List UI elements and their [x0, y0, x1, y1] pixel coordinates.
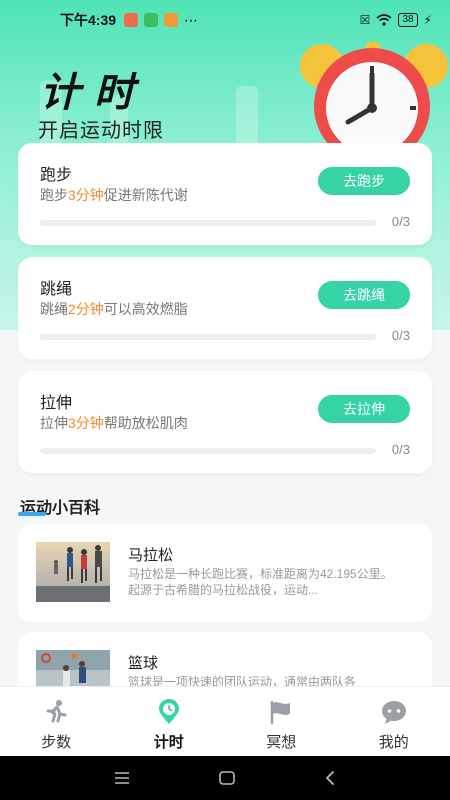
bottom-tab-bar: 步数 计时 冥想 我的 — [0, 686, 450, 756]
wifi-icon — [376, 14, 392, 26]
tab-meditation[interactable]: 冥想 — [225, 687, 338, 756]
back-icon[interactable] — [323, 770, 337, 786]
exercise-card-stretching: 拉伸 拉伸3分钟帮助放松肌肉 去拉伸 0/3 — [18, 371, 432, 473]
notification-app-icon — [164, 13, 179, 27]
sim-icon: ☒ — [359, 13, 371, 27]
card-title: 跑步 — [40, 167, 73, 184]
runner-icon — [46, 700, 67, 723]
page-subtitle: 开启运动时限 — [38, 120, 164, 142]
progress-bar — [40, 220, 376, 226]
menu-icon[interactable] — [113, 771, 131, 785]
home-icon[interactable] — [218, 770, 236, 786]
progress-bar — [40, 334, 376, 340]
progress-count: 0/3 — [391, 214, 410, 229]
charging-icon: ⚡ — [423, 13, 432, 27]
status-time: 下午4:39 — [60, 12, 117, 28]
tab-label: 步数 — [41, 734, 72, 751]
tab-steps[interactable]: 步数 — [0, 687, 113, 756]
marathon-photo — [36, 542, 110, 602]
card-title: 拉伸 — [40, 395, 73, 412]
progress-count: 0/3 — [391, 442, 410, 457]
tab-label: 计时 — [153, 734, 184, 751]
more-icon: ⋯ — [184, 11, 199, 28]
card-description: 跑步3分钟促进新陈代谢 — [40, 187, 188, 203]
notification-app-icon — [144, 13, 159, 27]
timer-pin-icon — [158, 699, 179, 724]
go-running-button[interactable]: 去跑步 — [318, 167, 410, 195]
decor-bar — [236, 86, 258, 150]
card-description: 跳绳2分钟可以高效燃脂 — [40, 301, 188, 317]
alarm-clock-icon — [300, 42, 448, 148]
encyclopedia-description: 马拉松是一种长跑比赛，标准距离为42.195公里。起源于古希腊的马拉松战役，运动… — [128, 567, 393, 597]
page-title: 计时 — [40, 71, 148, 115]
chat-bubble-icon — [381, 701, 406, 724]
tab-label: 我的 — [378, 734, 409, 751]
battery-level: 38 — [398, 13, 418, 27]
tab-label: 冥想 — [266, 734, 297, 751]
exercise-card-jump-rope: 跳绳 跳绳2分钟可以高效燃脂 去跳绳 0/3 — [18, 257, 432, 359]
encyclopedia-title: 马拉松 — [128, 547, 174, 564]
go-jump-rope-button[interactable]: 去跳绳 — [318, 281, 410, 309]
notification-app-icon — [124, 13, 139, 27]
encyclopedia-title: 篮球 — [128, 655, 159, 672]
tab-profile[interactable]: 我的 — [338, 687, 450, 756]
go-stretching-button[interactable]: 去拉伸 — [318, 395, 410, 423]
progress-count: 0/3 — [391, 328, 410, 343]
encyclopedia-item-marathon[interactable]: 马拉松 马拉松是一种长跑比赛，标准距离为42.195公里。起源于古希腊的马拉松战… — [18, 524, 432, 622]
flag-icon — [271, 700, 291, 725]
system-nav-bar — [0, 756, 450, 800]
card-description: 拉伸3分钟帮助放松肌肉 — [40, 415, 188, 431]
progress-bar — [40, 448, 376, 454]
card-title: 跳绳 — [40, 281, 73, 298]
status-right: ☒ 38 ⚡ — [360, 13, 432, 27]
status-bar: 下午4:39 ⋯ ☒ 38 ⚡ — [0, 0, 450, 40]
section-underline — [18, 512, 46, 516]
exercise-card-running: 跑步 跑步3分钟促进新陈代谢 去跑步 0/3 — [18, 143, 432, 245]
tab-timer[interactable]: 计时 — [113, 687, 226, 756]
